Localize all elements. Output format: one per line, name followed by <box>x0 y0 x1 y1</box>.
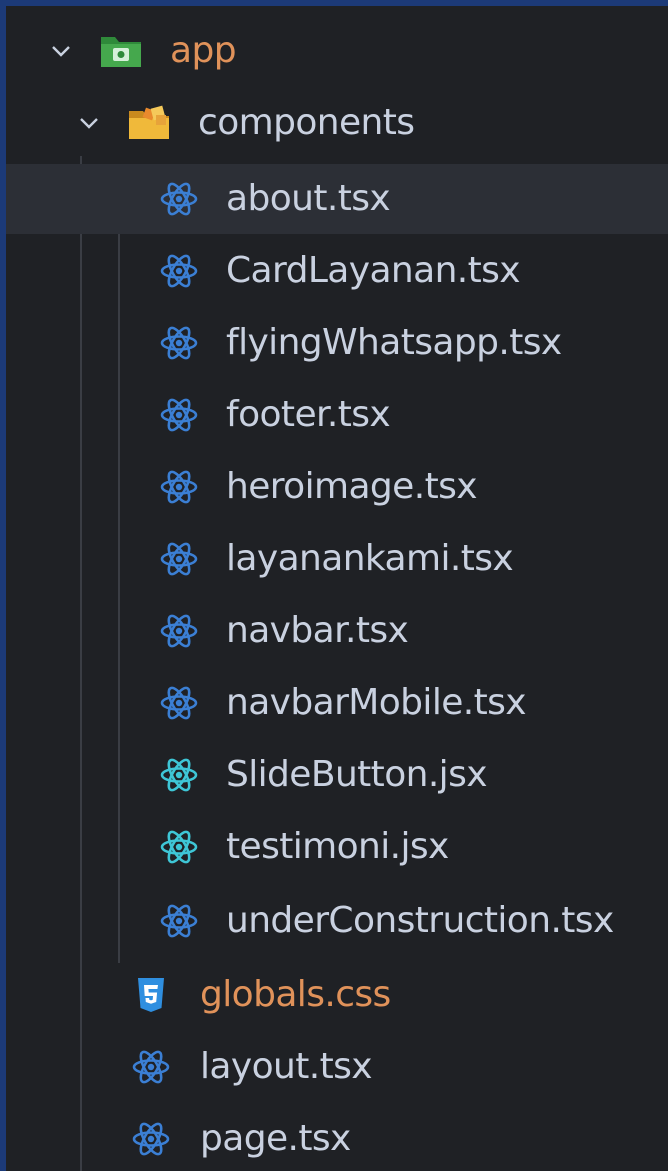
react-icon <box>156 611 202 651</box>
file-row-navbarmobile[interactable]: navbarMobile.tsx <box>6 668 668 738</box>
react-icon <box>156 539 202 579</box>
chevron-down-icon[interactable] <box>50 40 72 62</box>
css3-icon <box>128 975 174 1015</box>
react-jsx-icon <box>156 755 202 795</box>
file-explorer: app components about.tsx CardLayanan.tsx <box>0 0 668 1171</box>
file-label: flyingWhatsapp.tsx <box>226 322 562 363</box>
chevron-down-icon[interactable] <box>78 112 100 134</box>
file-row-testimoni[interactable]: testimoni.jsx <box>6 812 668 882</box>
file-label: testimoni.jsx <box>226 826 449 867</box>
react-icon <box>156 251 202 291</box>
file-label: SlideButton.jsx <box>226 754 488 795</box>
react-icon <box>156 467 202 507</box>
react-icon <box>156 901 202 941</box>
file-row-layanankami[interactable]: layanankami.tsx <box>6 524 668 594</box>
file-row-slidebutton[interactable]: SlideButton.jsx <box>6 740 668 810</box>
file-label: page.tsx <box>200 1118 351 1159</box>
folder-label-components: components <box>198 102 415 143</box>
file-label: layanankami.tsx <box>226 538 514 579</box>
react-icon <box>156 395 202 435</box>
file-label: about.tsx <box>226 178 391 219</box>
react-icon <box>156 179 202 219</box>
file-row-heroimage[interactable]: heroimage.tsx <box>6 452 668 522</box>
file-row-cardlayanan[interactable]: CardLayanan.tsx <box>6 236 668 306</box>
file-row-layout[interactable]: layout.tsx <box>6 1032 668 1102</box>
react-icon <box>128 1047 174 1087</box>
react-icon <box>156 683 202 723</box>
folder-components-yellow-icon <box>126 103 172 143</box>
folder-app-green-icon <box>98 31 144 71</box>
file-row-footer[interactable]: footer.tsx <box>6 380 668 450</box>
react-jsx-icon <box>156 827 202 867</box>
react-icon <box>156 323 202 363</box>
file-label: navbarMobile.tsx <box>226 682 527 723</box>
file-label: heroimage.tsx <box>226 466 478 507</box>
file-row-globals-css[interactable]: globals.css <box>6 960 668 1030</box>
file-row-underconstruction[interactable]: underConstruction.tsx <box>6 886 668 956</box>
file-row-page[interactable]: page.tsx <box>6 1104 668 1171</box>
folder-row-components[interactable]: components <box>6 88 668 158</box>
file-label: globals.css <box>200 974 391 1015</box>
folder-label-app: app <box>170 30 237 71</box>
file-row-flyingwhatsapp[interactable]: flyingWhatsapp.tsx <box>6 308 668 378</box>
file-row-navbar[interactable]: navbar.tsx <box>6 596 668 666</box>
file-label: footer.tsx <box>226 394 391 435</box>
react-icon <box>128 1119 174 1159</box>
file-label: layout.tsx <box>200 1046 373 1087</box>
file-row-about[interactable]: about.tsx <box>6 164 668 234</box>
file-label: navbar.tsx <box>226 610 409 651</box>
file-label: underConstruction.tsx <box>226 900 614 941</box>
folder-row-app[interactable]: app <box>6 16 668 86</box>
file-label: CardLayanan.tsx <box>226 250 521 291</box>
